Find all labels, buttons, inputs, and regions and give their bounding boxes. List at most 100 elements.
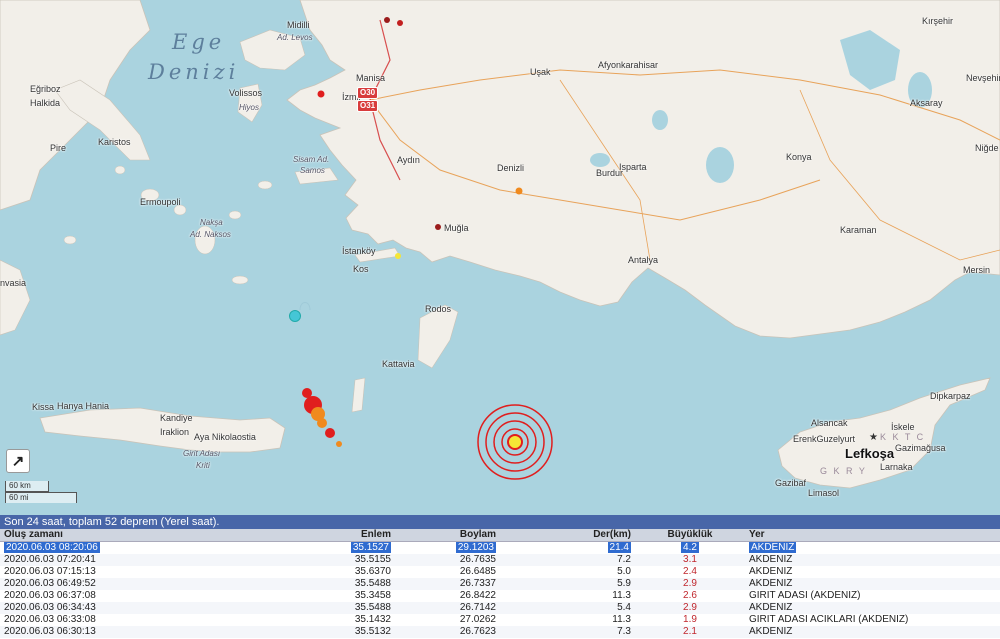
cell-lon: 26.8422 [459,590,496,601]
cell-mag: 4.2 [681,542,699,553]
cell-lon: 27.0262 [459,614,496,625]
cell-time: 2020.06.03 07:20:41 [0,554,255,566]
earthquake-marker[interactable] [336,441,342,447]
cell-place: AKDENIZ [745,602,1000,614]
cell-lon: 26.7623 [395,626,500,638]
place-label-kattavia: Kattavia [382,359,415,369]
cell-lat: 35.5488 [255,578,395,590]
arrow-expand-icon: ↗ [11,453,25,470]
table-row[interactable]: 2020.06.03 07:15:13 35.6370 26.6485 5.0 … [0,566,1000,578]
sea-label-ege: Ege [172,30,226,54]
cell-depth: 7.3 [500,626,635,638]
place-label-burdur: Burdur [596,168,624,178]
place-label-nigde: Niğde [975,143,999,153]
cell-mag: 2.9 [635,602,745,614]
cell-mag: 2.9 [635,578,745,590]
cell-lat: 35.6370 [354,566,391,577]
earthquake-map[interactable]: Ege Denizi Midilli Ad. Levos Manisa İzmi… [0,0,1000,515]
place-label-larnaka: Larnaka [880,462,913,472]
earthquake-marker[interactable] [395,253,401,259]
place-label-kandiye: Kandiye [160,413,193,423]
sea-label-denizi: Denizi [148,60,240,84]
cell-lat: 35.3458 [354,590,391,601]
place-label-konya: Konya [786,152,812,162]
cell-time: 2020.06.03 06:33:08 [4,614,96,625]
table-row[interactable]: 2020.06.03 06:34:43 35.5488 26.7142 5.4 … [0,602,1000,614]
latest-earthquake-marker[interactable] [475,402,555,482]
cell-lon: 26.6485 [459,566,496,577]
place-label-hiyos: Hiyos [239,103,260,112]
cell-place: GIRIT ADASI ACIKLARI (AKDENIZ) [749,614,909,625]
cell-lat: 35.1432 [354,614,391,625]
cell-place: AKDENIZ [745,554,1000,566]
table-row[interactable]: 2020.06.03 06:30:13 35.5132 26.7623 7.3 … [0,626,1000,638]
place-label-rodos: Rodos [425,304,452,314]
cell-time: 2020.06.03 06:37:08 [4,590,96,601]
earthquake-marker[interactable] [317,90,325,98]
place-label-naksa: Nakşa [200,218,223,227]
place-label-aksaray: Aksaray [910,98,943,108]
column-header-time[interactable]: Oluş zamanı [0,529,255,542]
table-row-selected[interactable]: 2020.06.03 08:20:06 35.1527 29.1203 21.4… [0,541,1000,554]
table-row[interactable]: 2020.06.03 07:20:41 35.5155 26.7635 7.2 … [0,554,1000,566]
cell-depth: 5.9 [500,578,635,590]
scale-km: 60 km [5,481,49,492]
region-label-gkry: G K R Y [820,466,867,476]
cell-lon: 26.7142 [395,602,500,614]
place-label-levos: Ad. Levos [277,33,313,42]
cell-mag: 1.9 [683,614,697,625]
place-label-iraklion: Iraklion [160,427,190,437]
cell-depth: 11.3 [612,614,631,625]
place-label-aydin: Aydın [397,155,420,165]
place-label-alsancak: Alsancak [811,418,848,428]
place-label-mersin: Mersin [963,265,991,275]
city-dot [397,20,403,26]
earthquake-marker[interactable] [317,418,327,428]
cell-lat: 35.5132 [255,626,395,638]
place-label-nevsehir: Nevşehir [966,73,1000,83]
cell-mag: 2.4 [683,566,697,577]
table-row[interactable]: 2020.06.03 06:49:52 35.5488 26.7337 5.9 … [0,578,1000,590]
cell-depth: 5.0 [617,566,631,577]
cell-place: GIRIT ADASI (AKDENIZ) [749,590,861,601]
cell-place: AKDENIZ [745,578,1000,590]
capital-star-icon: ★ [869,432,878,443]
table-row[interactable]: 2020.06.03 06:37:08 35.3458 26.8422 11.3… [0,590,1000,602]
place-label-manisa: Manisa [356,73,386,83]
panel-summary: Son 24 saat, toplam 52 deprem (Yerel saa… [0,515,1000,529]
cell-place: AKDENIZ [745,626,1000,638]
cell-lon: 26.7337 [395,578,500,590]
cell-lat: 35.5488 [255,602,395,614]
column-header-depth[interactable]: Der(km) [500,529,635,542]
cell-mag: 3.1 [635,554,745,566]
place-label-midilli: Midilli [287,20,310,30]
scale-mi: 60 mi [5,492,77,503]
column-header-place[interactable]: Yer [745,529,1000,542]
earthquake-marker[interactable] [515,187,523,195]
earthquake-marker[interactable] [325,428,335,438]
place-label-gazimagusa: Gazimağusa [895,443,946,453]
column-header-lat[interactable]: Enlem [255,529,395,542]
place-label-kos: Kos [353,264,369,274]
place-label-monvasia: nvasia [0,278,27,288]
cell-mag: 2.1 [635,626,745,638]
cell-mag: 2.6 [683,590,697,601]
scale-bar: 60 km 60 mi [5,481,77,503]
table-row[interactable]: 2020.06.03 06:33:08 35.1432 27.0262 11.3… [0,614,1000,626]
column-header-lon[interactable]: Boylam [395,529,500,542]
earthquake-table: Oluş zamanı Enlem Boylam Der(km) Büyüklü… [0,529,1000,638]
earthquake-marker[interactable] [289,310,301,322]
cell-depth: 21.4 [607,542,631,553]
place-label-naksos: Ad. Naksos [190,230,231,239]
expand-map-button[interactable]: ↗ [6,449,30,473]
place-label-usak: Uşak [530,67,551,77]
city-dot [435,224,441,230]
place-label-isparta: Isparta [619,162,647,172]
place-label-mugla: Muğla [444,223,469,233]
place-label-istankoy: İstanköy [342,246,376,256]
cell-time: 2020.06.03 08:20:06 [4,542,100,553]
place-label-denizli: Denizli [497,163,525,173]
place-label-halkida: Halkida [30,98,61,108]
cell-lon: 26.7635 [395,554,500,566]
column-header-mag[interactable]: Büyüklük [635,529,745,542]
